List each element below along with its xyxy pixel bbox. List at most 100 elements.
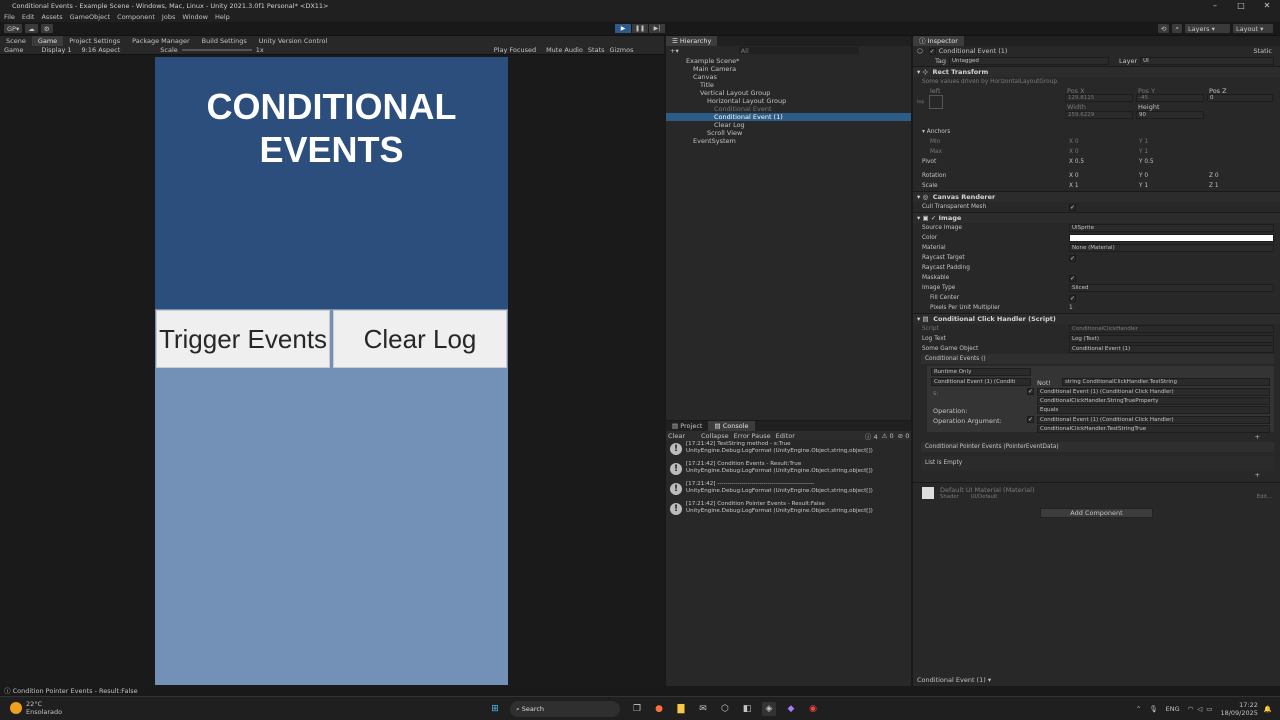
handler-field-2[interactable]: Conditional Event (1) (Conditional Click… [1037,416,1270,424]
log-entry[interactable]: ! [17:21:42] ----------------------------… [666,481,911,500]
color-field[interactable] [1069,234,1274,242]
add-component-button[interactable]: Add Component [1040,508,1153,518]
inspector-footer[interactable]: Conditional Event (1) ▾ [917,676,991,684]
tab-inspector[interactable]: ⓘ Inspector [913,36,964,46]
weather-icon[interactable] [10,702,22,714]
wifi-icon[interactable]: ◠ [1188,705,1194,713]
info-count[interactable]: ⓘ 4 [865,431,878,441]
hierarchy-item[interactable]: Vertical Layout Group [666,89,911,97]
raycast-padding-row[interactable]: Raycast Padding [913,263,1280,273]
terminal-icon[interactable]: ◧ [740,702,754,716]
posz-field[interactable]: 0 [1207,94,1273,102]
image-type-dropdown[interactable]: Sliced [1069,284,1274,292]
stats-toggle[interactable]: Stats [588,46,605,54]
chrome-icon[interactable]: ◉ [806,702,820,716]
menu-assets[interactable]: Assets [41,12,62,22]
hierarchy-item[interactable]: Clear Log [666,121,911,129]
play-focused-dropdown[interactable]: Play Focused [494,46,536,54]
tab-version-control[interactable]: Unity Version Control [253,36,334,46]
s-checkbox[interactable]: ✓ [1027,388,1034,395]
hierarchy-search[interactable]: All [738,47,859,55]
mute-audio-toggle[interactable]: Mute Audio [546,46,583,54]
posx-field[interactable]: 129.8115 [1065,94,1133,102]
unity-icon[interactable]: ◈ [762,702,776,716]
firefox-icon[interactable]: ● [652,702,666,716]
app-icon[interactable]: ✉ [696,702,710,716]
tab-console[interactable]: ▤ Console [708,421,755,431]
log-entry[interactable]: ! [17:21:42] Condition Events - Result:Tr… [666,461,911,480]
taskbar-search[interactable]: ⌕ Search [510,701,620,717]
add-event-button[interactable]: + [1255,433,1260,441]
not-toggle[interactable]: Not! [1037,379,1051,387]
history-icon[interactable]: ⟲ [1157,24,1170,33]
hierarchy-item[interactable]: Main Camera [666,65,911,73]
tab-build-settings[interactable]: Build Settings [196,36,253,46]
aspect-dropdown[interactable]: 9:16 Aspect [82,46,121,54]
warning-count[interactable]: ⚠ 0 [882,432,894,440]
shader-edit-button[interactable]: Edit... [1257,494,1272,500]
hierarchy-item[interactable]: Scroll View [666,129,911,137]
hierarchy-item[interactable]: Example Scene* [666,57,911,65]
search-icon[interactable]: ⌕ [1172,24,1182,33]
func-dropdown-2[interactable]: ConditionalClickHandler.StringTrueProper… [1037,397,1270,405]
shader-dropdown[interactable]: UI/Default [971,494,1257,500]
layout-dropdown[interactable]: Layout ▾ [1233,24,1273,33]
notification-icon[interactable]: 🔔 [1264,705,1272,713]
func-dropdown-3[interactable]: ConditionalClickHandler.TestStringTrue [1037,425,1270,433]
step-button[interactable]: ▶| [649,24,665,33]
clear-log-button[interactable]: Clear Log [333,310,507,368]
rect-transform-header[interactable]: ▾ ⊹ Rect Transform [913,66,1280,77]
log-text-field[interactable]: Log (Text) [1069,335,1274,343]
unity-hub-icon[interactable]: ⬡ [718,702,732,716]
tab-hierarchy[interactable]: ☰ Hierarchy [666,36,718,46]
handler-field-1[interactable]: Conditional Event (1) (Conditional Click… [1037,388,1270,396]
menu-jobs[interactable]: Jobs [162,12,175,22]
op-arg-checkbox[interactable]: ✓ [1027,416,1034,423]
tab-project-settings[interactable]: Project Settings [63,36,126,46]
posy-field[interactable]: -45 [1136,94,1204,102]
menu-window[interactable]: Window [182,12,208,22]
menu-edit[interactable]: Edit [22,12,35,22]
maximize-icon[interactable]: □ [1228,0,1254,12]
hierarchy-item[interactable]: Title [666,81,911,89]
collab-icon[interactable]: ⚙ [40,24,53,33]
cond-object-field[interactable]: Conditional Event (1) (Conditi [931,378,1031,386]
display-dropdown[interactable]: Display 1 [41,46,71,54]
tab-project[interactable]: ▤ Project [666,421,708,431]
pause-button[interactable]: ❚❚ [632,24,648,33]
log-entry[interactable]: ! [17:21:42] Condition Pointer Events - R… [666,501,911,520]
scale-slider[interactable] [181,49,252,51]
source-image-field[interactable]: UISprite [1069,224,1274,232]
layers-dropdown[interactable]: Layers ▾ [1185,24,1230,33]
windows-start-icon[interactable]: ⊞ [488,702,502,716]
height-field[interactable]: 90 [1136,111,1204,119]
close-icon[interactable]: ✕ [1254,0,1280,12]
collapse-toggle[interactable]: Collapse [701,432,729,440]
hierarchy-item[interactable]: Horizontal Layout Group [666,97,911,105]
error-pause-toggle[interactable]: Error Pause [734,432,771,440]
anchor-preset-button[interactable] [929,95,943,109]
error-count[interactable]: ⊘ 0 [898,432,910,440]
hierarchy-item[interactable]: Conditional Event [666,105,911,113]
file-explorer-icon[interactable]: ▇ [674,702,688,716]
hierarchy-item[interactable]: Conditional Event (1) [666,113,911,121]
volume-icon[interactable]: ◁ [1197,705,1202,713]
image-header[interactable]: ▾ ▣ ✓ Image [913,212,1280,223]
raycast-checkbox[interactable]: ✓ [1069,254,1076,262]
static-toggle[interactable]: Static [1253,47,1272,55]
script-header[interactable]: ▾ ▤ Conditional Click Handler (Script) [913,313,1280,324]
cull-checkbox[interactable]: ✓ [1069,203,1076,211]
hierarchy-item[interactable]: EventSystem [666,137,911,145]
fill-center-checkbox[interactable]: ✓ [1069,294,1076,302]
mic-icon[interactable]: 🎙 [1149,705,1157,713]
material-field[interactable]: None (Material) [1069,244,1274,252]
menu-gameobject[interactable]: GameObject [70,12,111,22]
width-field[interactable]: 259.6229 [1065,111,1133,119]
trigger-events-button[interactable]: Trigger Events [156,310,330,368]
anchors-row[interactable]: ▾ Anchors [913,127,1280,137]
log-entry[interactable]: ! [17:21:42] TestString method - s:True Un… [666,441,911,460]
object-name[interactable]: Conditional Event (1) [939,47,1254,55]
hierarchy-item[interactable]: Canvas [666,73,911,81]
menu-file[interactable]: File [4,12,15,22]
add-pointer-event-button[interactable]: + [1255,471,1260,479]
